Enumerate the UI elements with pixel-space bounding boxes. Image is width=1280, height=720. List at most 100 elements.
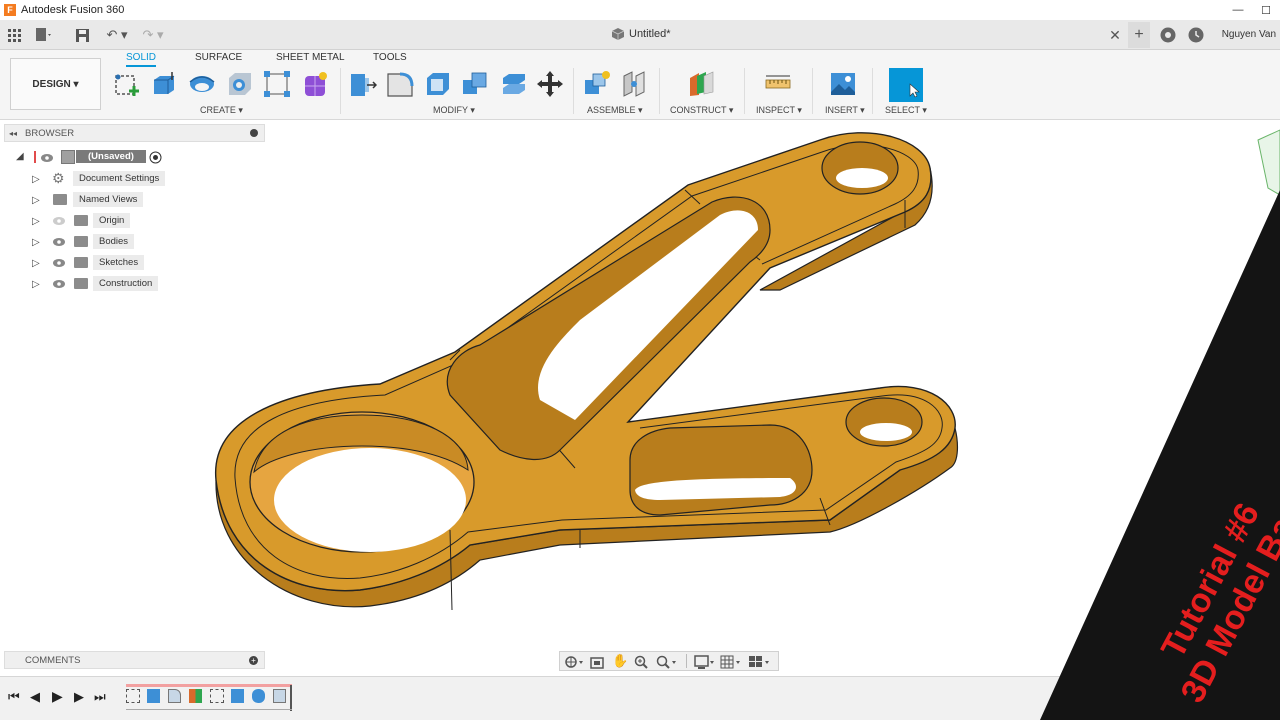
document-tab[interactable]: Untitled* — [612, 28, 671, 40]
activate-radio-icon[interactable] — [149, 151, 162, 164]
go-to-end-icon[interactable]: ⏭ — [94, 689, 106, 705]
add-comment-icon[interactable]: + — [249, 655, 258, 665]
combine-icon[interactable] — [461, 70, 489, 98]
timeline-marker[interactable] — [290, 685, 292, 711]
extrude-icon[interactable] — [150, 70, 178, 98]
expand-arrow-icon[interactable]: ▷ — [32, 195, 40, 206]
select-icon[interactable] — [889, 68, 923, 102]
browser-title: BROWSER — [25, 127, 75, 139]
timeline-fillet-icon[interactable] — [168, 689, 181, 703]
construct-group-label[interactable]: CONSTRUCT ▾ — [670, 105, 733, 116]
visibility-eye-icon[interactable] — [53, 259, 65, 267]
pattern-icon[interactable] — [263, 70, 291, 98]
visibility-eye-hidden-icon[interactable] — [53, 217, 65, 225]
orbit-icon[interactable] — [564, 655, 584, 669]
go-to-start-icon[interactable]: ⏮ — [8, 689, 20, 705]
timeline-sketch-icon[interactable] — [126, 689, 140, 703]
redo-icon[interactable]: ↷ ▾ — [138, 26, 168, 44]
group-divider — [659, 68, 660, 114]
form-icon[interactable] — [301, 70, 329, 98]
user-name[interactable]: Nguyen Van — [1222, 29, 1276, 40]
timeline-extrude-icon[interactable] — [231, 689, 244, 703]
browser-options-icon[interactable] — [250, 129, 258, 137]
split-body-icon[interactable] — [499, 70, 527, 98]
timeline-extrude-icon[interactable] — [147, 689, 160, 703]
maximize-button[interactable]: ☐ — [1252, 0, 1280, 20]
document-tab-bar: ↶ ▾ ↷ ▾ Untitled* ✕ + Nguyen Van — [0, 20, 1280, 50]
tab-tools[interactable]: TOOLS — [373, 52, 407, 63]
app-title: Autodesk Fusion 360 — [21, 4, 125, 16]
new-component-icon[interactable] — [583, 70, 611, 98]
file-menu-icon[interactable] — [34, 26, 52, 44]
create-group-label[interactable]: CREATE ▾ — [200, 105, 243, 116]
step-back-icon[interactable]: ◀ — [30, 689, 40, 705]
insert-image-icon[interactable] — [829, 70, 857, 98]
folder-icon — [53, 194, 67, 205]
save-icon[interactable] — [73, 26, 91, 44]
step-forward-icon[interactable]: ▶ — [74, 689, 84, 705]
3d-viewport[interactable] — [0, 121, 1280, 676]
insert-group-label[interactable]: INSERT ▾ — [825, 105, 865, 116]
navigation-toolbar: ✋ — [559, 651, 779, 671]
shell-icon[interactable] — [424, 70, 452, 98]
measure-icon[interactable] — [764, 70, 792, 98]
expand-arrow-icon[interactable]: ▷ — [32, 237, 40, 248]
inspect-group-label[interactable]: INSPECT ▾ — [756, 105, 802, 116]
fusion-logo-icon: F — [4, 4, 16, 16]
timeline-fillet-icon[interactable] — [273, 689, 286, 703]
document-title: Untitled* — [629, 28, 671, 40]
timeline-plane-icon[interactable] — [189, 689, 202, 703]
visibility-eye-icon[interactable] — [53, 280, 65, 288]
press-pull-icon[interactable] — [349, 70, 377, 98]
move-copy-icon[interactable] — [536, 70, 564, 98]
collapse-arrow-icon[interactable]: ◢ — [16, 151, 24, 162]
expand-arrow-icon[interactable]: ▷ — [32, 258, 40, 269]
visibility-eye-icon[interactable] — [41, 154, 53, 162]
job-status-icon[interactable] — [1159, 26, 1177, 44]
joint-icon[interactable] — [620, 70, 648, 98]
title-bar: F Autodesk Fusion 360 — ☐ — [0, 0, 1280, 20]
browser-panel-header[interactable]: ◂◂ BROWSER — [4, 124, 265, 142]
fit-icon[interactable] — [656, 655, 678, 669]
workspace-switcher-button[interactable]: DESIGN ▾ — [10, 58, 101, 110]
timeline-revolve-icon[interactable] — [252, 689, 265, 703]
tab-surface[interactable]: SURFACE — [195, 52, 242, 63]
expand-arrow-icon[interactable]: ▷ — [32, 279, 40, 290]
notifications-icon[interactable] — [1187, 26, 1205, 44]
app-grid-icon[interactable] — [5, 26, 23, 44]
group-divider — [340, 68, 341, 114]
look-at-icon[interactable] — [590, 655, 604, 669]
fillet-icon[interactable] — [386, 70, 414, 98]
viewports-icon[interactable] — [748, 655, 772, 669]
display-settings-icon[interactable] — [694, 655, 716, 669]
undo-icon[interactable]: ↶ ▾ — [102, 26, 132, 44]
lower-slot-pocket — [629, 424, 813, 516]
timeline-sketch-icon[interactable] — [210, 689, 224, 703]
comments-panel-header[interactable]: COMMENTS + — [4, 651, 265, 669]
root-component-label[interactable]: (Unsaved) — [76, 150, 146, 163]
collapse-browser-icon[interactable]: ◂◂ — [9, 129, 17, 138]
modify-group-label[interactable]: MODIFY ▾ — [433, 105, 475, 116]
pan-icon[interactable]: ✋ — [612, 653, 628, 669]
close-tab-icon[interactable]: ✕ — [1106, 26, 1124, 44]
grid-settings-icon[interactable] — [720, 655, 742, 669]
folder-icon — [74, 215, 88, 226]
zoom-icon[interactable] — [634, 655, 650, 669]
view-cube-icon[interactable] — [1257, 129, 1280, 196]
expand-arrow-icon[interactable]: ▷ — [32, 216, 40, 227]
tab-sheet-metal[interactable]: SHEET METAL — [276, 52, 345, 63]
select-group-label[interactable]: SELECT ▾ — [885, 105, 927, 116]
assemble-group-label[interactable]: ASSEMBLE ▾ — [587, 105, 643, 116]
visibility-eye-icon[interactable] — [53, 238, 65, 246]
gear-icon: ⚙ — [52, 170, 65, 186]
tab-solid[interactable]: SOLID — [126, 52, 157, 67]
upper-pin-opening — [836, 168, 888, 188]
create-sketch-icon[interactable] — [114, 70, 142, 98]
offset-plane-icon[interactable] — [687, 70, 715, 98]
revolve-icon[interactable] — [188, 70, 216, 98]
expand-arrow-icon[interactable]: ▷ — [32, 174, 40, 185]
minimize-button[interactable]: — — [1224, 0, 1252, 20]
play-icon[interactable]: ▶ — [52, 688, 63, 705]
hole-icon[interactable] — [226, 70, 254, 98]
new-tab-icon[interactable]: + — [1128, 22, 1150, 48]
